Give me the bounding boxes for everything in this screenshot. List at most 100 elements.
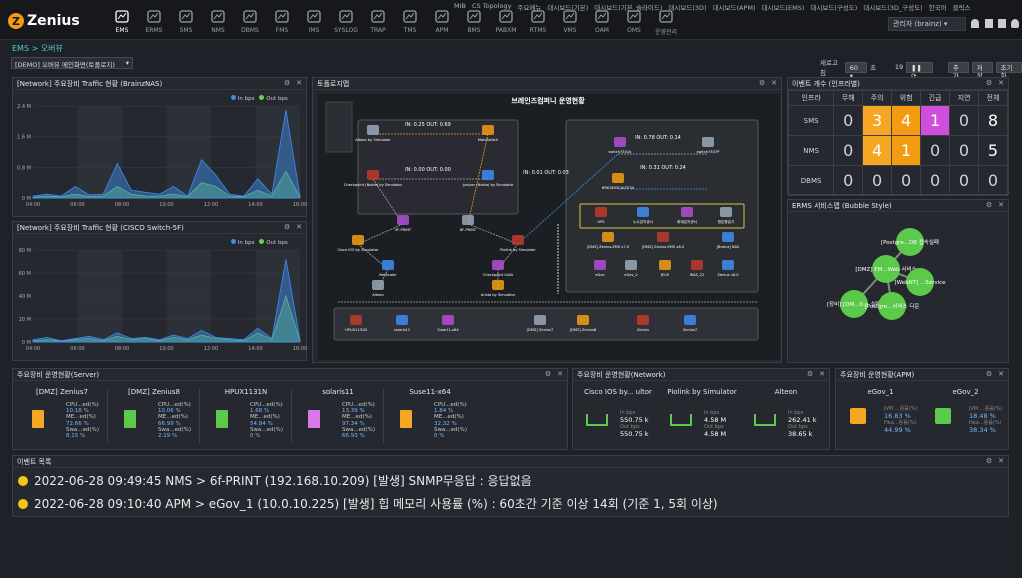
top-link[interactable]: 한국어 — [929, 2, 947, 12]
close-icon[interactable]: ✕ — [557, 370, 563, 379]
server-card[interactable]: Suse11-x64 CPU...ed(%) 1.84 % ME...ed(%) 32.… — [384, 388, 476, 446]
gear-icon[interactable]: ⚙ — [759, 79, 765, 88]
close-icon[interactable]: ✕ — [296, 223, 302, 232]
network-card[interactable]: Piolink by Simulator In bps 4.58 M Out bps 4… — [660, 388, 744, 446]
table-row[interactable]: SMS 0 3 4 1 0 8 — [787, 105, 1009, 136]
event-count-cell[interactable]: 0 — [891, 165, 922, 196]
top-link[interactable]: 대시보드(3D) — [668, 2, 706, 12]
top-link[interactable]: 대시보드(구성도) — [810, 2, 857, 12]
server-card[interactable]: HPUX1131N CPU...ed(%) 1.68 % ME...ed(%) 54.8… — [200, 388, 292, 446]
server-icon — [124, 410, 136, 428]
event-count-cell[interactable]: 0 — [833, 165, 864, 196]
user-icon[interactable] — [971, 19, 979, 28]
close-icon[interactable]: ✕ — [998, 79, 1004, 88]
gear-icon[interactable]: ⚙ — [807, 370, 813, 379]
server-card[interactable]: [DMZ] Zenius7 CPU...ed(%) 10.18 % ME...ed(%… — [16, 388, 108, 446]
nav-item-bms[interactable]: BMS — [458, 9, 490, 36]
top-link[interactable]: 클릭스 — [953, 2, 971, 12]
top-link[interactable]: MIB — [454, 2, 466, 12]
close-icon[interactable]: ✕ — [296, 79, 302, 88]
nav-item-fms[interactable]: FMS — [266, 9, 298, 36]
nav-item-ims[interactable]: IMS — [298, 9, 330, 36]
user-select[interactable]: 관리자 (brainz) ▾ — [888, 17, 966, 31]
nav-label: NMS — [211, 27, 225, 34]
top-link[interactable]: 대시보드(기본) — [547, 2, 588, 12]
bubble-map[interactable]: [Postgre...DB 접속실패 [DMZ] EM...Web 서비스 [Web… — [788, 214, 1008, 362]
lock-icon[interactable] — [985, 19, 993, 28]
nav-item-pabxm[interactable]: PABXM — [490, 9, 522, 36]
network-card[interactable]: Alteon In bps 262.41 k Out bps 38.65 k — [744, 388, 828, 446]
table-row[interactable]: NMS 0 4 1 0 0 5 — [787, 135, 1009, 166]
nav-item-sms[interactable]: SMS — [170, 9, 202, 36]
add-button[interactable]: 추가 — [947, 61, 969, 80]
top-link[interactable]: 대시보드(EMS) — [762, 2, 805, 12]
gear-icon[interactable]: ⚙ — [545, 370, 551, 379]
nav-item-apm[interactable]: APM — [426, 9, 458, 36]
apm-card[interactable]: eGov_2 JVM ...용률(%) 18.48 % Hea...용률(%) 38.3… — [923, 388, 1008, 446]
top-link[interactable]: CS Topology — [472, 2, 511, 12]
bell-icon[interactable] — [1011, 19, 1019, 28]
event-count-cell[interactable]: 0 — [949, 165, 979, 196]
event-row[interactable]: 2022-06-28 09:49:45 NMS > 6f-PRINT (192.… — [18, 472, 532, 489]
event-count-cell[interactable]: 0 — [833, 105, 864, 136]
nav-item-trap[interactable]: TRAP — [362, 9, 394, 36]
apm-card[interactable]: eGov_1 JVM ...용률(%) 16.83 % Hea...용률(%) 44.9… — [838, 388, 923, 446]
server-icon — [308, 410, 320, 428]
event-count-cell[interactable]: 0 — [949, 105, 979, 136]
event-count-cell[interactable]: 0 — [920, 165, 951, 196]
event-count-cell[interactable]: 8 — [977, 105, 1009, 136]
event-count-cell[interactable]: 1 — [891, 135, 922, 166]
save-button[interactable]: 저장 — [971, 61, 993, 80]
event-count-cell[interactable]: 0 — [977, 165, 1009, 196]
topology-map[interactable]: 브레인즈컴퍼니 운영현황 IN: 0.25 OUT: 0.69 IN: 0.00 O… — [318, 94, 780, 360]
device-icon — [367, 170, 379, 180]
nav-item-tms[interactable]: TMS — [394, 9, 426, 36]
event-count-cell[interactable]: 0 — [920, 135, 951, 166]
top-link[interactable]: 대시보드(3D_구성도) — [863, 2, 922, 12]
server-card[interactable]: solaris11 CPU...ed(%) 13.39 % ME...ed(%) 97.… — [292, 388, 384, 446]
top-link[interactable]: 대시보드(기본_슬라이드) — [594, 2, 662, 12]
gear-icon[interactable]: ⚙ — [284, 79, 290, 88]
close-icon[interactable]: ✕ — [771, 79, 777, 88]
close-icon[interactable]: ✕ — [819, 370, 825, 379]
close-icon[interactable]: ✕ — [998, 457, 1004, 466]
table-row[interactable]: DBMS 0 0 0 0 0 0 — [787, 165, 1009, 196]
top-link[interactable]: 주요메뉴 — [517, 2, 541, 12]
nav-item-ems[interactable]: EMS — [106, 9, 138, 36]
nav-item-syslog[interactable]: SYSLOG — [330, 9, 362, 36]
event-count-cell[interactable]: 3 — [862, 105, 893, 136]
gear-icon[interactable]: ⚙ — [986, 457, 992, 466]
gear-icon[interactable]: ⚙ — [284, 223, 290, 232]
gear-icon[interactable]: ⚙ — [986, 201, 992, 210]
event-count-panel: 이벤트 개수 (인프라별) ⚙ ✕ 인프라 무해 주의 위험 긴급 지연 전체 SMS 0 3 4 1 0 8… — [787, 77, 1009, 196]
close-icon[interactable]: ✕ — [998, 201, 1004, 210]
nav-item-erms[interactable]: ERMS — [138, 9, 170, 36]
top-link[interactable]: 대시보드(APM) — [713, 2, 756, 12]
nav-item-rtms[interactable]: RTMS — [522, 9, 554, 36]
event-count-cell[interactable]: 0 — [833, 135, 864, 166]
nav-item-oam[interactable]: OAM — [586, 9, 618, 36]
refresh-interval-select[interactable]: 60 ▾ — [844, 61, 868, 80]
nav-item-운영관리[interactable]: 운영관리 — [650, 9, 682, 36]
event-count-cell[interactable]: 0 — [862, 165, 893, 196]
network-card[interactable]: Cisco IOS by... ultor In bps 550.75 k Out b… — [576, 388, 660, 446]
nav-item-oms[interactable]: OMS — [618, 9, 650, 36]
gear-icon[interactable]: ⚙ — [986, 79, 992, 88]
dashboard-select[interactable]: [DEMO] 오버뷰 메인화면(토폴로지) ▾ — [11, 57, 133, 69]
nav-item-vms[interactable]: VMS — [554, 9, 586, 36]
server-card[interactable]: [DMZ] Zenius8 CPU...ed(%) 10.06 % ME...ed(%… — [108, 388, 200, 446]
nav-item-nms[interactable]: NMS — [202, 9, 234, 36]
gear-icon[interactable]: ⚙ — [986, 370, 992, 379]
reset-button[interactable]: 초기화 — [995, 61, 1022, 80]
close-icon[interactable]: ✕ — [998, 370, 1004, 379]
help-icon[interactable] — [998, 19, 1006, 28]
nav-item-dbms[interactable]: DBMS — [234, 9, 266, 36]
event-count-cell[interactable]: 4 — [862, 135, 893, 166]
logo[interactable]: Z Zenius — [8, 10, 80, 32]
event-row[interactable]: 2022-06-28 09:10:40 APM > eGov_1 (10.0.1… — [18, 495, 718, 512]
event-count-cell[interactable]: 0 — [949, 135, 979, 166]
event-count-cell[interactable]: 1 — [920, 105, 951, 136]
event-count-cell[interactable]: 5 — [977, 135, 1009, 166]
pause-button[interactable]: ❚❚ ⟳ — [906, 61, 933, 80]
event-count-cell[interactable]: 4 — [891, 105, 922, 136]
